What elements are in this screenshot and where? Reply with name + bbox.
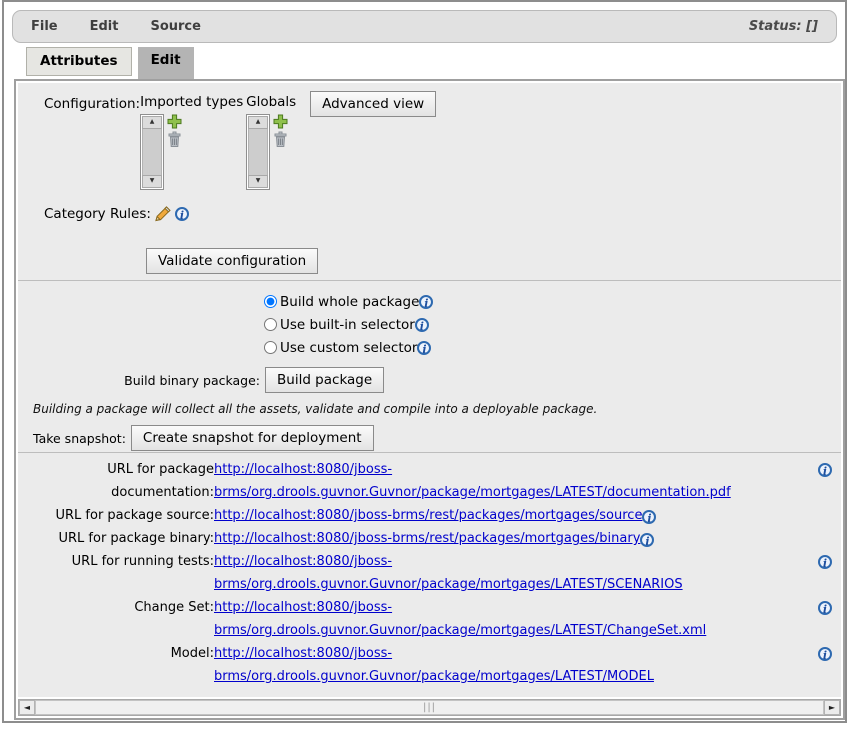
urls-section: URL for packagedocumentation: http://loc… (18, 452, 841, 697)
trash-icon (273, 137, 288, 152)
tab-bar: Attributes Edit (26, 47, 194, 80)
url-label: URL for package source: (18, 504, 214, 527)
package-documentation-link[interactable]: http://localhost:8080/jboss- (214, 462, 392, 477)
url-label: URL for running tests: (18, 550, 214, 573)
edit-category-rules-button[interactable] (154, 206, 172, 222)
running-tests-link[interactable]: brms/org.drools.guvnor.Guvnor/package/mo… (214, 577, 683, 592)
globals-label: Globals (246, 94, 302, 110)
package-documentation-link[interactable]: brms/org.drools.guvnor.Guvnor/package/mo… (214, 485, 731, 500)
model-link[interactable]: brms/org.drools.guvnor.Guvnor/package/mo… (214, 669, 654, 684)
info-icon[interactable]: i (818, 601, 832, 615)
pencil-icon (154, 210, 172, 226)
build-note: Building a package will collect all the … (33, 402, 841, 416)
take-snapshot-row: Take snapshot: Create snapshot for deplo… (33, 425, 841, 451)
configuration-row: Configuration: Imported types ▲ ▼ (18, 83, 841, 190)
status-label: Status: (749, 19, 802, 34)
url-label: URL for package binary: (18, 527, 214, 550)
package-binary-link[interactable]: http://localhost:8080/jboss-brms/rest/pa… (214, 531, 640, 546)
validate-configuration-button[interactable]: Validate configuration (146, 248, 318, 274)
tab-attributes[interactable]: Attributes (26, 47, 132, 76)
advanced-view-button[interactable]: Advanced view (310, 91, 436, 117)
url-row-binary: URL for package binary: http://localhost… (18, 527, 841, 550)
info-icon[interactable]: i (642, 510, 656, 524)
create-snapshot-button[interactable]: Create snapshot for deployment (131, 425, 374, 451)
url-label: URL for packagedocumentation: (18, 458, 214, 504)
build-whole-package-radio[interactable] (264, 295, 277, 308)
radio-label: Build whole package (280, 294, 419, 310)
change-set-link[interactable]: http://localhost:8080/jboss- (214, 600, 392, 615)
info-icon[interactable]: i (640, 533, 654, 547)
scrollbar-grip-icon: ||| (423, 702, 436, 713)
edit-tab-panel: Configuration: Imported types ▲ ▼ (14, 79, 845, 720)
url-label: Model: (18, 642, 214, 665)
use-custom-selector-radio[interactable] (264, 341, 277, 354)
package-source-link[interactable]: http://localhost:8080/jboss-brms/rest/pa… (214, 508, 642, 523)
take-snapshot-label: Take snapshot: (33, 431, 126, 446)
url-row-documentation: URL for packagedocumentation: http://loc… (18, 458, 841, 504)
radio-row-custom-selector: Use custom selector i (264, 336, 841, 359)
menu-source[interactable]: Source (150, 19, 200, 34)
info-icon[interactable]: i (417, 341, 431, 355)
scrollbar-thumb[interactable]: ||| (35, 700, 824, 715)
status-value: [] (806, 19, 818, 34)
build-section: Build whole package i Use built-in selec… (18, 280, 841, 452)
info-icon[interactable]: i (818, 647, 832, 661)
add-imported-type-button[interactable] (167, 114, 182, 129)
scroll-down-icon[interactable]: ▼ (142, 175, 162, 188)
app-window: File Edit Source Status: [] Attributes E… (2, 0, 847, 723)
url-label: Change Set: (18, 596, 214, 619)
model-link[interactable]: http://localhost:8080/jboss- (214, 646, 392, 661)
build-options: Build whole package i Use built-in selec… (264, 290, 841, 359)
tab-edit[interactable]: Edit (138, 47, 194, 80)
add-global-button[interactable] (273, 114, 288, 129)
imported-types-group: Imported types ▲ ▼ (140, 94, 246, 190)
url-row-model: Model: http://localhost:8080/jboss- brms… (18, 642, 841, 688)
info-icon[interactable]: i (818, 555, 832, 569)
configuration-section: Configuration: Imported types ▲ ▼ (18, 83, 841, 280)
info-icon[interactable]: i (419, 295, 433, 309)
radio-label: Use custom selector (280, 340, 417, 356)
status-indicator: Status: [] (749, 19, 818, 34)
scroll-down-icon[interactable]: ▼ (248, 175, 268, 188)
remove-global-button[interactable] (273, 131, 288, 148)
globals-listbox[interactable]: ▲ ▼ (246, 114, 270, 190)
trash-icon (167, 137, 182, 152)
menu-edit[interactable]: Edit (90, 19, 119, 34)
radio-row-build-whole-package: Build whole package i (264, 290, 841, 313)
radio-row-built-in-selector: Use built-in selector i (264, 313, 841, 336)
change-set-link[interactable]: brms/org.drools.guvnor.Guvnor/package/mo… (214, 623, 706, 638)
radio-label: Use built-in selector (280, 317, 415, 333)
info-icon[interactable]: i (818, 463, 832, 477)
scroll-up-icon[interactable]: ▲ (142, 116, 162, 129)
build-package-button[interactable]: Build package (265, 367, 384, 393)
category-rules-label: Category Rules: (44, 206, 151, 222)
configuration-label: Configuration: (44, 96, 140, 112)
menu-file[interactable]: File (31, 19, 58, 34)
url-row-running-tests: URL for running tests: http://localhost:… (18, 550, 841, 596)
use-built-in-selector-radio[interactable] (264, 318, 277, 331)
category-rules-row: Category Rules: i (44, 206, 841, 222)
horizontal-scrollbar[interactable]: ◄ ||| ► (18, 699, 841, 716)
running-tests-link[interactable]: http://localhost:8080/jboss- (214, 554, 392, 569)
scroll-up-icon[interactable]: ▲ (248, 116, 268, 129)
scrollbar-thumb[interactable] (142, 129, 162, 175)
scroll-left-icon[interactable]: ◄ (19, 700, 35, 715)
scrollbar-thumb[interactable] (248, 129, 268, 175)
remove-imported-type-button[interactable] (167, 131, 182, 148)
scroll-right-icon[interactable]: ► (824, 700, 840, 715)
menu-bar: File Edit Source Status: [] (12, 10, 837, 43)
info-icon[interactable]: i (175, 207, 189, 221)
imported-types-label: Imported types (140, 94, 246, 110)
build-binary-label: Build binary package: (18, 373, 260, 388)
url-row-change-set: Change Set: http://localhost:8080/jboss-… (18, 596, 841, 642)
imported-types-listbox[interactable]: ▲ ▼ (140, 114, 164, 190)
url-row-source: URL for package source: http://localhost… (18, 504, 841, 527)
info-icon[interactable]: i (415, 318, 429, 332)
globals-group: Globals ▲ ▼ (246, 94, 302, 190)
build-binary-row: Build binary package: Build package (18, 367, 841, 393)
